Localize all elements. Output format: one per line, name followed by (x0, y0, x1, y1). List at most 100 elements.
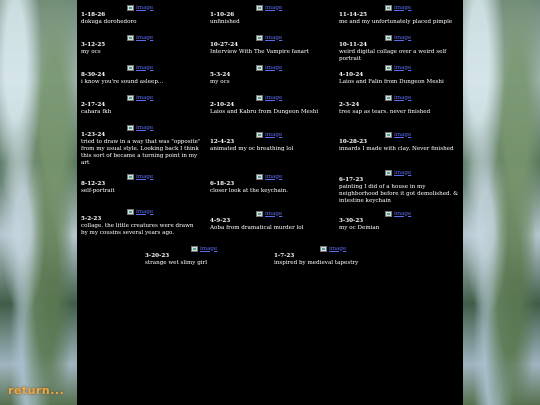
entry-date: 3-12-25 (81, 42, 106, 48)
entry-date: 5-3-24 (210, 72, 231, 78)
entry-image-link[interactable]: image (127, 4, 201, 12)
gallery-entry: image 6-18-23 closer look at the keychai… (210, 173, 330, 195)
entry-date: 10-28-23 (339, 139, 367, 145)
entry-image-link[interactable]: image (256, 94, 330, 102)
entry-date: 10-27-24 (210, 42, 238, 48)
broken-image-icon (256, 174, 263, 180)
entry-image-link[interactable]: image (385, 94, 461, 102)
entry-date: 11-14-25 (339, 12, 367, 18)
entry-description: weird digital collage over a weird self … (339, 49, 447, 62)
broken-image-icon (127, 174, 134, 180)
entry-description: my oc Demian (339, 225, 380, 231)
gallery-entry: image 3-30-23 my oc Demian (339, 210, 461, 232)
entry-image-link[interactable]: image (385, 210, 461, 218)
entry-date: 5-2-23 (81, 216, 102, 222)
gallery-entry: image 3-20-23 strange wet slimy girl (145, 245, 265, 267)
gallery-entry: image 3-12-25 my ocs (81, 34, 201, 56)
entry-image-link[interactable]: image (256, 131, 330, 139)
entry-description: collage. the little creatures were drawn… (81, 223, 194, 236)
gallery-entry: image 4-9-23 Aoba from dramatical murder… (210, 210, 330, 232)
entry-date: 6-17-23 (339, 177, 364, 183)
entry-image-link[interactable]: image (256, 64, 330, 72)
entry-image-link[interactable]: image (127, 34, 201, 42)
entry-description: me and my unfortunately placed pimple (339, 19, 453, 25)
broken-image-icon (385, 5, 392, 11)
broken-image-icon (256, 35, 263, 41)
entry-image-link[interactable]: image (256, 173, 330, 181)
gallery-entry: image 2-10-24 Laios and Kabru from Dunge… (210, 94, 330, 116)
entry-description: my ocs (210, 79, 230, 85)
entry-date: 6-18-23 (210, 181, 235, 187)
broken-image-icon (385, 95, 392, 101)
entry-date: 4-10-24 (339, 72, 364, 78)
entry-image-link[interactable]: image (385, 131, 461, 139)
entry-date: 12-4-23 (210, 139, 235, 145)
broken-image-icon (256, 95, 263, 101)
broken-image-icon (127, 209, 134, 215)
broken-image-icon (191, 246, 198, 252)
entry-date: 2-17-24 (81, 102, 106, 108)
gallery: image 1-18-26 dokuga dorohedoro image 1-… (77, 0, 463, 405)
broken-image-icon (385, 65, 392, 71)
gallery-entry: image 1-18-26 dokuga dorohedoro (81, 4, 201, 26)
entry-date: 1-23-24 (81, 132, 106, 138)
gallery-entry: image 1-7-23 inspired by medieval tapest… (274, 245, 394, 267)
entry-image-link[interactable]: image (385, 34, 461, 42)
entry-description: Interview With The Vampire fanart (210, 49, 309, 55)
entry-image-link[interactable]: image (127, 208, 201, 216)
broken-image-icon (385, 170, 392, 176)
entry-image-link[interactable]: image (256, 4, 330, 12)
entry-image-link[interactable]: image (191, 245, 265, 253)
entry-image-link[interactable]: image (385, 169, 461, 177)
broken-image-icon (127, 5, 134, 11)
broken-image-icon (256, 5, 263, 11)
gallery-entry: image 5-2-23 collage. the little creatur… (81, 208, 201, 237)
entry-description: Aoba from dramatical murder lol (210, 225, 304, 231)
entry-date: 2-3-24 (339, 102, 360, 108)
entry-description: unfinished (210, 19, 240, 25)
gallery-entry: image 4-10-24 Laios and Falin from Dunge… (339, 64, 461, 86)
entry-description: innards I made with clay. Never finished (339, 146, 454, 152)
gallery-entry: image 8-30-24 i know you're sound asleep… (81, 64, 201, 86)
entry-image-link[interactable]: image (256, 210, 330, 218)
gallery-entry: image 2-3-24 tree sap as tears. never fi… (339, 94, 461, 116)
gallery-entry: image 1-10-26 unfinished (210, 4, 330, 26)
entry-description: painting I did of a house in my neighbor… (339, 184, 459, 204)
broken-image-icon (256, 211, 263, 217)
gallery-entry: image 10-11-24 weird digital collage ove… (339, 34, 461, 63)
entry-image-link[interactable]: image (127, 173, 201, 181)
return-link[interactable]: return... (8, 384, 64, 397)
entry-image-link[interactable]: image (127, 124, 201, 132)
entry-image-link[interactable]: image (385, 64, 461, 72)
entry-description: closer look at the keychain. (210, 188, 289, 194)
entry-image-link[interactable]: image (256, 34, 330, 42)
entry-date: 1-10-26 (210, 12, 235, 18)
left-landscape-panel: return... (0, 0, 77, 405)
broken-image-icon (385, 211, 392, 217)
entry-description: self-portrait (81, 188, 115, 194)
broken-image-icon (127, 35, 134, 41)
entry-image-link[interactable]: image (320, 245, 394, 253)
entry-description: tried to draw in a way that was "opposit… (81, 139, 201, 166)
entry-description: strange wet slimy girl (145, 260, 208, 266)
entry-description: tree sap as tears. never finished (339, 109, 431, 115)
entry-description: i know you're sound asleep... (81, 79, 164, 85)
gallery-entry: image 1-23-24 tried to draw in a way tha… (81, 124, 201, 167)
broken-image-icon (256, 132, 263, 138)
entry-date: 8-12-23 (81, 181, 106, 187)
entry-date: 2-10-24 (210, 102, 235, 108)
entry-date: 1-7-23 (274, 253, 295, 259)
gallery-entry: image 6-17-23 painting I did of a house … (339, 169, 461, 205)
gallery-entry: image 11-14-25 me and my unfortunately p… (339, 4, 461, 26)
gallery-entry: image 12-4-23 animated my oc breathing l… (210, 131, 330, 153)
entry-description: animated my oc breathing lol (210, 146, 294, 152)
gallery-entry: image 5-3-24 my ocs (210, 64, 330, 86)
broken-image-icon (320, 246, 327, 252)
entry-date: 4-9-23 (210, 218, 231, 224)
entry-image-link[interactable]: image (127, 64, 201, 72)
gallery-entry: image 2-17-24 cahara fkh (81, 94, 201, 116)
entry-image-link[interactable]: image (385, 4, 461, 12)
entry-image-link[interactable]: image (127, 94, 201, 102)
gallery-entry: image 10-28-23 innards I made with clay.… (339, 131, 461, 153)
broken-image-icon (127, 125, 134, 131)
